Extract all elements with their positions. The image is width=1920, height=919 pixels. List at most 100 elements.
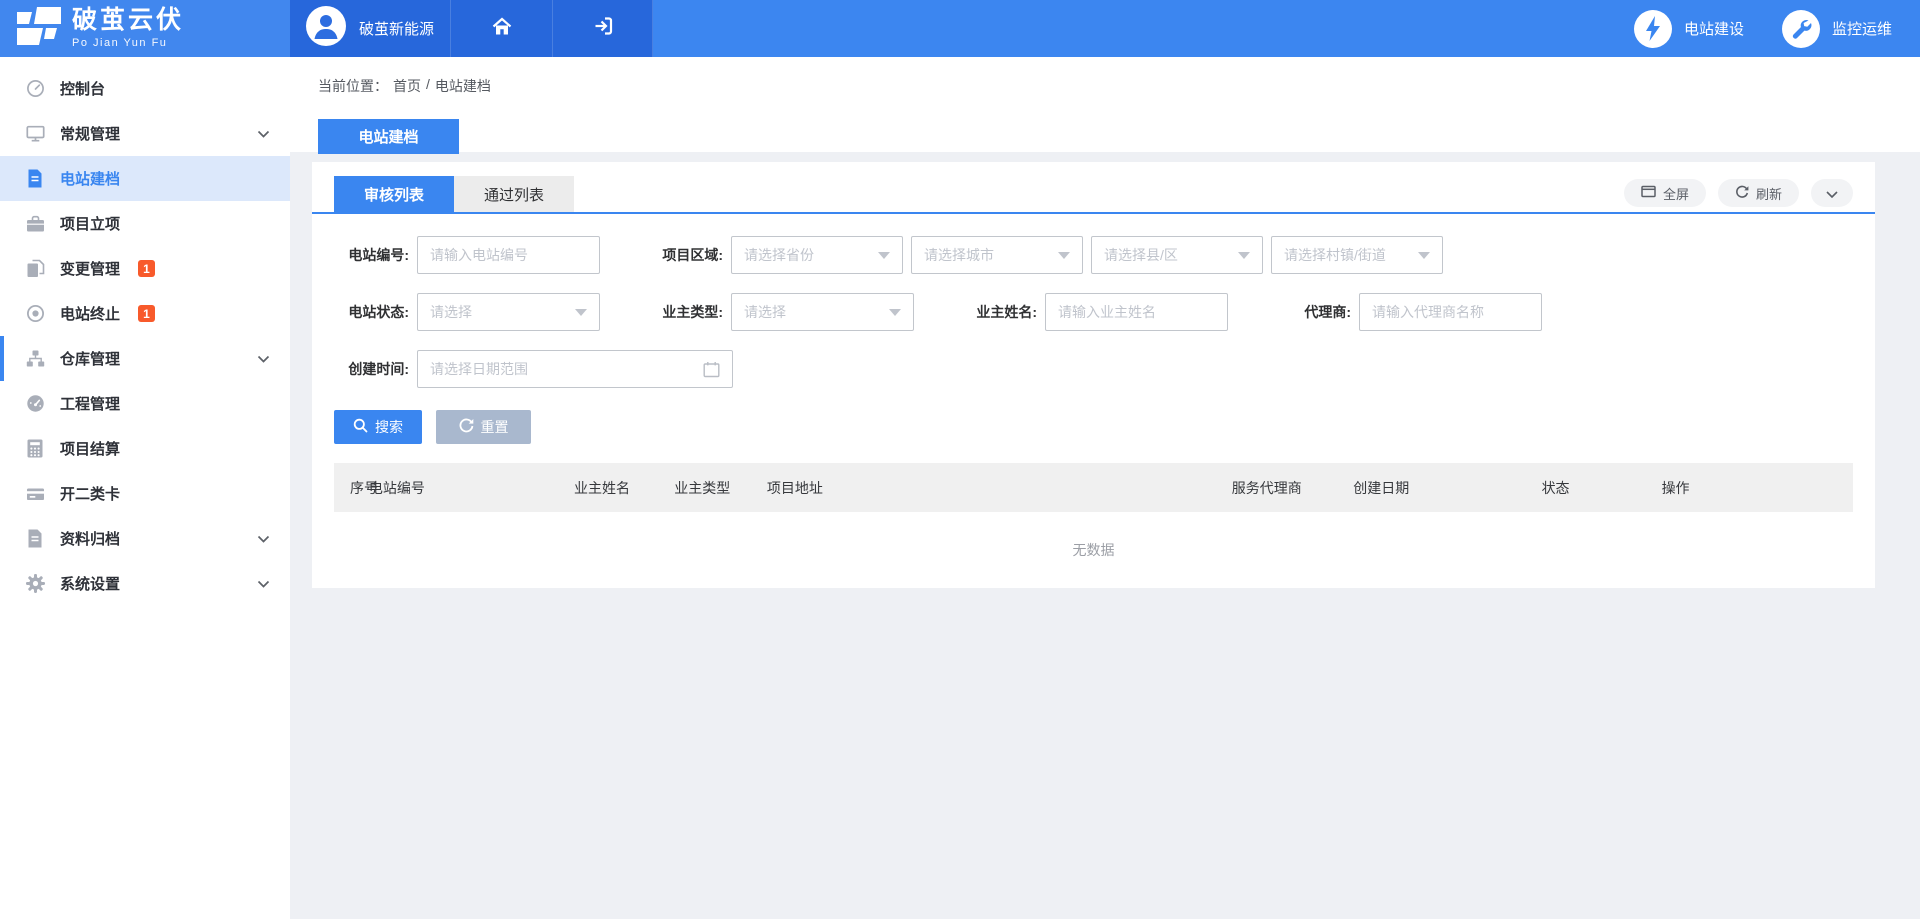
brand-title: 破茧云伏 [72, 8, 184, 33]
breadcrumb-current: 电站建档 [435, 76, 491, 96]
sidebar-item-change-mgmt[interactable]: 变更管理 1 [0, 246, 290, 291]
sidebar-item-data-archive[interactable]: 资料归档 [0, 516, 290, 561]
sidebar-item-station-filing[interactable]: 电站建档 [0, 156, 290, 201]
avatar [306, 6, 346, 51]
region-selects: 请选择省份 请选择城市 请选择县/区 请选择村镇/街道 [731, 236, 1443, 274]
town-select[interactable]: 请选择村镇/街道 [1271, 236, 1443, 274]
user-menu[interactable]: 破茧新能源 [290, 0, 451, 57]
sidebar-item-open-card[interactable]: 开二类卡 [0, 471, 290, 516]
sidebar-item-label: 项目结算 [60, 438, 120, 459]
region-label: 项目区域: [648, 245, 723, 265]
calculator-icon [25, 439, 45, 459]
filter-form: 电站编号: 项目区域: 请选择省份 请选择城市 [334, 236, 1853, 444]
col-owner-name: 业主姓名 [574, 478, 674, 498]
province-select-placeholder: 请选择省份 [744, 245, 814, 265]
page-topbar: 当前位置： 首页 / 电站建档 电站建档 [290, 57, 1920, 152]
page-tab-station-filing[interactable]: 电站建档 [318, 119, 459, 154]
sign-in-button[interactable] [553, 0, 653, 57]
city-select[interactable]: 请选择城市 [911, 236, 1083, 274]
caret-down-icon [1238, 252, 1250, 259]
col-owner-type: 业主类型 [674, 478, 767, 498]
filter-row-3: 创建时间: [334, 350, 1853, 388]
wrench-icon [1782, 10, 1820, 48]
owner-name-label: 业主姓名: [962, 302, 1037, 322]
breadcrumb: 当前位置： 首页 / 电站建档 [318, 76, 1920, 96]
sidebar-item-label: 电站建档 [60, 168, 120, 189]
sidebar-item-label: 仓库管理 [60, 348, 120, 369]
sidebar-item-system-settings[interactable]: 系统设置 [0, 561, 290, 606]
active-indicator-bar [0, 336, 4, 381]
gear-icon [25, 574, 45, 594]
col-project-address: 项目地址 [767, 478, 1232, 498]
breadcrumb-separator: / [426, 76, 430, 96]
filter-row-2: 电站状态: 请选择 业主类型: 请选择 业主姓名: [334, 293, 1853, 331]
fullscreen-icon [1641, 185, 1656, 201]
station-status-group: 电站状态: 请选择 [334, 293, 600, 331]
city-select-placeholder: 请选择城市 [924, 245, 994, 265]
filter-actions: 搜索 重置 [334, 410, 1853, 444]
sidebar-item-project-initiation[interactable]: 项目立项 [0, 201, 290, 246]
create-time-group: 创建时间: [334, 350, 733, 388]
briefcase-icon [25, 214, 45, 234]
station-status-placeholder: 请选择 [430, 302, 472, 322]
caret-down-icon [878, 252, 890, 259]
agent-input[interactable] [1359, 293, 1542, 331]
station-status-select[interactable]: 请选择 [417, 293, 600, 331]
owner-name-input[interactable] [1045, 293, 1228, 331]
app-header: 破茧云伏 Po Jian Yun Fu 破茧新能源 [0, 0, 1920, 57]
chevron-down-icon [1826, 186, 1838, 201]
county-select-placeholder: 请选择县/区 [1104, 245, 1178, 265]
owner-type-label: 业主类型: [648, 302, 723, 322]
sidebar-item-console[interactable]: 控制台 [0, 66, 290, 111]
province-select[interactable]: 请选择省份 [731, 236, 903, 274]
shortcut-station-build[interactable]: 电站建设 [1634, 10, 1744, 48]
search-label: 搜索 [375, 417, 403, 437]
sidebar-item-project-settlement[interactable]: 项目结算 [0, 426, 290, 471]
sidebar-item-label: 系统设置 [60, 573, 120, 594]
col-service-agent: 服务代理商 [1232, 478, 1354, 498]
sidebar-item-label: 控制台 [60, 78, 105, 99]
target-icon [25, 304, 45, 324]
breadcrumb-home-link[interactable]: 首页 [393, 76, 421, 96]
station-no-input[interactable] [417, 236, 600, 274]
station-no-group: 电站编号: [334, 236, 600, 274]
create-time-label: 创建时间: [334, 359, 409, 379]
reset-label: 重置 [481, 417, 509, 437]
refresh-button[interactable]: 刷新 [1718, 179, 1799, 207]
reset-button[interactable]: 重置 [436, 410, 531, 444]
fullscreen-label: 全屏 [1663, 184, 1689, 203]
filter-row-1: 电站编号: 项目区域: 请选择省份 请选择城市 [334, 236, 1853, 274]
search-button[interactable]: 搜索 [334, 410, 422, 444]
gauge-icon [25, 79, 45, 99]
panel-tabs-row: 审核列表 通过列表 全屏 [312, 176, 1875, 214]
caret-down-icon [1418, 252, 1430, 259]
station-status-label: 电站状态: [334, 302, 409, 322]
fullscreen-button[interactable]: 全屏 [1624, 179, 1706, 207]
tab-review-list[interactable]: 审核列表 [334, 176, 454, 212]
sidebar-item-label: 电站终止 [60, 303, 120, 324]
archive-icon [25, 529, 45, 549]
collapse-toolbar-button[interactable] [1811, 179, 1853, 207]
monitor-icon [25, 124, 45, 144]
shortcut-monitor-ops[interactable]: 监控运维 [1782, 10, 1892, 48]
sidebar-item-engineering-mgmt[interactable]: 工程管理 [0, 381, 290, 426]
chevron-down-icon [257, 535, 270, 543]
owner-type-select[interactable]: 请选择 [731, 293, 914, 331]
sidebar-item-general-mgmt[interactable]: 常规管理 [0, 111, 290, 156]
col-status: 状态 [1542, 478, 1662, 498]
panel-toolbar: 全屏 刷新 [1624, 179, 1853, 207]
file-text-icon [25, 169, 45, 189]
sidebar-item-label: 常规管理 [60, 123, 120, 144]
card-icon [25, 484, 45, 504]
home-button[interactable] [451, 0, 553, 57]
caret-down-icon [1058, 252, 1070, 259]
owner-name-group: 业主姓名: [962, 293, 1228, 331]
county-select[interactable]: 请选择县/区 [1091, 236, 1263, 274]
sidebar-item-label: 变更管理 [60, 258, 120, 279]
sidebar-item-warehouse-mgmt[interactable]: 仓库管理 [0, 336, 290, 381]
date-range-input[interactable] [417, 350, 733, 388]
files-icon [25, 259, 45, 279]
chevron-down-icon [257, 580, 270, 588]
sidebar-item-station-termination[interactable]: 电站终止 1 [0, 291, 290, 336]
tab-passed-list[interactable]: 通过列表 [454, 176, 574, 212]
